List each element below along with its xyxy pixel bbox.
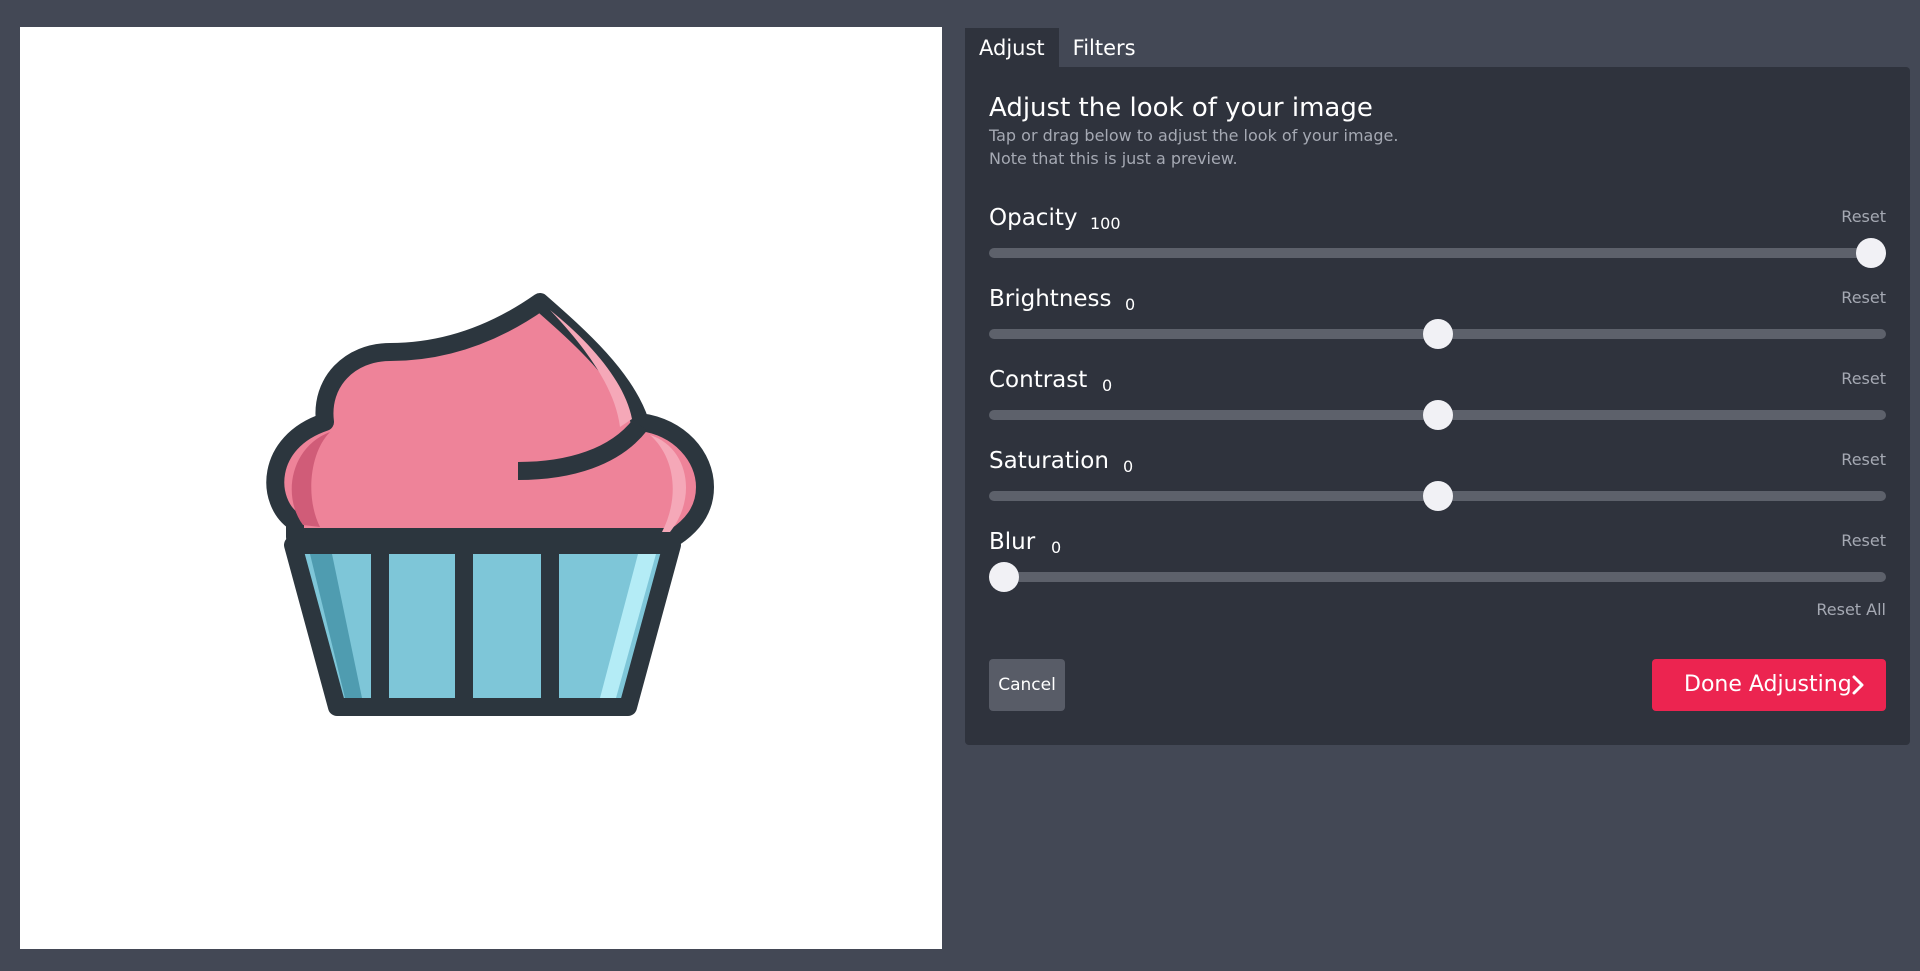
panel-heading: Adjust the look of your image <box>989 93 1373 123</box>
done-adjusting-label: Done Adjusting <box>1684 672 1852 697</box>
chevron-right-icon <box>1852 675 1864 695</box>
blur-value: 0 <box>1051 538 1062 557</box>
done-adjusting-button[interactable]: Done Adjusting <box>1652 659 1886 711</box>
brightness-slider-track[interactable] <box>989 319 1886 349</box>
cancel-button[interactable]: Cancel <box>989 659 1065 711</box>
opacity-value: 100 <box>1090 214 1121 233</box>
tab-filters[interactable]: Filters <box>1059 28 1150 67</box>
contrast-slider-track[interactable] <box>989 400 1886 430</box>
blur-slider-thumb[interactable] <box>989 562 1019 592</box>
reset-all-button[interactable]: Reset All <box>1816 600 1886 619</box>
contrast-label: Contrast <box>989 367 1088 393</box>
saturation-value: 0 <box>1123 457 1134 476</box>
panel-subtitle-line2: Note that this is just a preview. <box>989 149 1238 168</box>
image-preview-canvas <box>20 27 942 949</box>
contrast-value: 0 <box>1102 376 1113 395</box>
saturation-label: Saturation <box>989 448 1109 474</box>
opacity-control: Opacity 100 Reset <box>989 205 1886 275</box>
cupcake-image <box>266 293 714 716</box>
blur-label: Blur <box>989 529 1036 555</box>
opacity-slider-track[interactable] <box>989 238 1886 268</box>
opacity-reset-button[interactable]: Reset <box>1841 207 1886 226</box>
brightness-slider-thumb[interactable] <box>1422 319 1453 349</box>
contrast-control: Contrast 0 Reset <box>989 367 1886 437</box>
brightness-value: 0 <box>1125 295 1136 314</box>
opacity-label: Opacity <box>989 205 1078 231</box>
brightness-label: Brightness <box>989 286 1112 312</box>
panel-subtitle-line1: Tap or drag below to adjust the look of … <box>989 126 1399 145</box>
contrast-slider-thumb[interactable] <box>1422 400 1453 430</box>
contrast-reset-button[interactable]: Reset <box>1841 369 1886 388</box>
saturation-slider-thumb[interactable] <box>1422 481 1453 511</box>
tab-bar: Adjust Filters <box>965 28 1150 67</box>
saturation-slider-track[interactable] <box>989 481 1886 511</box>
saturation-reset-button[interactable]: Reset <box>1841 450 1886 469</box>
adjust-panel: Adjust the look of your image Tap or dra… <box>965 67 1910 745</box>
tab-adjust[interactable]: Adjust <box>965 28 1059 67</box>
saturation-control: Saturation 0 Reset <box>989 448 1886 518</box>
brightness-control: Brightness 0 Reset <box>989 286 1886 356</box>
cupcake-frosting <box>266 293 714 546</box>
brightness-reset-button[interactable]: Reset <box>1841 288 1886 307</box>
opacity-slider-thumb[interactable] <box>1856 238 1886 268</box>
blur-slider-track[interactable] <box>989 562 1886 592</box>
blur-control: Blur 0 Reset <box>989 529 1886 599</box>
blur-reset-button[interactable]: Reset <box>1841 531 1886 550</box>
